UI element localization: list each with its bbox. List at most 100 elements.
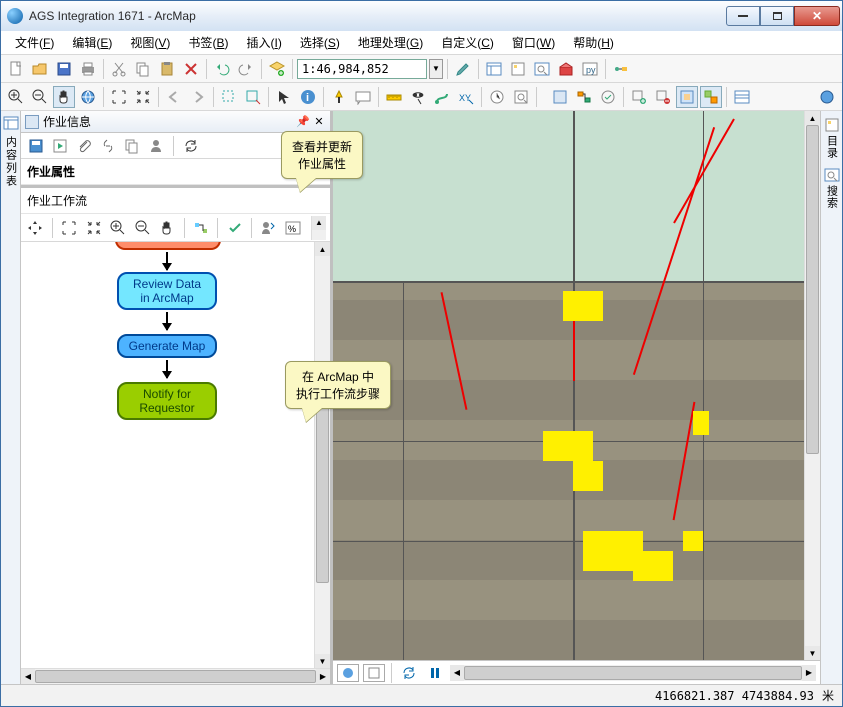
left-tab-toc[interactable]: 内容列表 <box>1 111 21 684</box>
menu-customize[interactable]: 自定义(C) <box>433 31 502 54</box>
wf-node-generate[interactable]: Generate Map <box>117 334 217 358</box>
arctoolbox-icon[interactable] <box>555 58 577 80</box>
find-route-icon[interactable] <box>431 86 453 108</box>
copy-icon[interactable] <box>132 58 154 80</box>
wf-hscroll[interactable]: ◀ ▶ <box>21 668 330 684</box>
menu-bookmarks[interactable]: 书签(B) <box>180 31 236 54</box>
wf-pan-hand-icon[interactable] <box>157 217 178 239</box>
job-user-icon[interactable] <box>147 137 165 155</box>
refresh-view-icon[interactable] <box>398 662 420 684</box>
identify-icon[interactable]: i <box>297 86 319 108</box>
zoom-out-icon[interactable] <box>29 86 51 108</box>
redo-icon[interactable] <box>235 58 257 80</box>
measure-icon[interactable] <box>383 86 405 108</box>
wf-fit-icon[interactable] <box>59 217 80 239</box>
wf-node-review[interactable]: Review Data in ArcMap <box>117 272 217 310</box>
pan-icon[interactable] <box>53 86 75 108</box>
editor-toolbar-icon[interactable] <box>452 58 474 80</box>
wf-node-prev[interactable] <box>115 242 221 250</box>
cut-icon[interactable] <box>108 58 130 80</box>
pin-icon[interactable]: 📌 <box>296 115 310 129</box>
wf-actual-icon[interactable] <box>83 217 104 239</box>
add-aoi-icon[interactable] <box>628 86 650 108</box>
undo-icon[interactable] <box>211 58 233 80</box>
wf-percent-icon[interactable]: % <box>282 217 303 239</box>
delete-icon[interactable] <box>180 58 202 80</box>
select-elements-icon[interactable] <box>273 86 295 108</box>
map-vscroll[interactable]: ▲▼ <box>804 111 820 660</box>
wmx-icon-3[interactable] <box>597 86 619 108</box>
menu-geoprocessing[interactable]: 地理处理(G) <box>350 31 431 54</box>
wmx-icon-1[interactable] <box>549 86 571 108</box>
prev-extent-icon[interactable] <box>163 86 185 108</box>
map-canvas[interactable]: ▲▼ <box>333 111 820 660</box>
html-popup-icon[interactable] <box>352 86 374 108</box>
find-icon[interactable] <box>407 86 429 108</box>
open-icon[interactable] <box>29 58 51 80</box>
right-tab-search[interactable]: 搜索 <box>824 167 840 209</box>
scroll-up-icon[interactable]: ▲ <box>315 185 330 188</box>
job-export-icon[interactable] <box>51 137 69 155</box>
menu-insert[interactable]: 插入(I) <box>238 31 289 54</box>
toc-icon[interactable] <box>483 58 505 80</box>
new-document-icon[interactable] <box>5 58 27 80</box>
minimize-button[interactable] <box>726 6 760 26</box>
right-tab-catalog[interactable]: 目录 <box>824 117 840 159</box>
full-extent-icon[interactable] <box>77 86 99 108</box>
wf-assign-icon[interactable] <box>258 217 279 239</box>
print-icon[interactable] <box>77 58 99 80</box>
job-link-icon[interactable] <box>99 137 117 155</box>
menu-help[interactable]: 帮助(H) <box>565 31 622 54</box>
search-window-icon[interactable] <box>531 58 553 80</box>
zoom-in-icon[interactable] <box>5 86 27 108</box>
close-button[interactable]: ✕ <box>794 6 840 26</box>
wf-execute-icon[interactable] <box>191 217 212 239</box>
menu-select[interactable]: 选择(S) <box>292 31 348 54</box>
select-features-icon[interactable] <box>218 86 240 108</box>
wf-zoom-in-icon[interactable] <box>108 217 129 239</box>
zoom-to-aoi-icon[interactable] <box>676 86 698 108</box>
maximize-button[interactable] <box>760 6 794 26</box>
job-attach-icon[interactable] <box>75 137 93 155</box>
clear-selection-icon[interactable] <box>242 86 264 108</box>
job-copy-icon[interactable] <box>123 137 141 155</box>
paste-icon[interactable] <box>156 58 178 80</box>
next-extent-icon[interactable] <box>187 86 209 108</box>
wf-scrollbar[interactable]: ▲▼ <box>314 242 330 668</box>
wf-toolbar-scroll[interactable]: ▲ <box>311 216 326 240</box>
wf-node-notify[interactable]: Notify for Requestor <box>117 382 217 420</box>
scroll-right-icon[interactable]: ▶ <box>316 669 330 684</box>
save-icon[interactable] <box>53 58 75 80</box>
wf-check-icon[interactable] <box>224 217 245 239</box>
create-viewer-icon[interactable] <box>510 86 532 108</box>
menu-window[interactable]: 窗口(W) <box>504 31 563 54</box>
add-data-icon[interactable] <box>266 58 288 80</box>
wmx-icon-2[interactable] <box>573 86 595 108</box>
pause-draw-icon[interactable] <box>424 662 446 684</box>
modelbuilder-icon[interactable] <box>610 58 632 80</box>
catalog-icon[interactable] <box>507 58 529 80</box>
workflow-canvas[interactable]: Review Data in ArcMap Generate Map Notif… <box>21 242 330 668</box>
menu-edit[interactable]: 编辑(E) <box>64 31 120 54</box>
menu-view[interactable]: 视图(V) <box>122 31 178 54</box>
wf-zoom-out-icon[interactable] <box>132 217 153 239</box>
job-map-icon[interactable] <box>700 86 722 108</box>
job-refresh-icon[interactable] <box>182 137 200 155</box>
remove-aoi-icon[interactable] <box>652 86 674 108</box>
hyperlink-icon[interactable] <box>328 86 350 108</box>
close-panel-icon[interactable]: ✕ <box>312 115 326 129</box>
scale-dropdown-icon[interactable]: ▼ <box>429 59 443 79</box>
layout-view-tab[interactable] <box>363 664 385 682</box>
scroll-left-icon[interactable]: ◀ <box>21 669 35 684</box>
job-list-icon[interactable] <box>731 86 753 108</box>
data-view-tab[interactable] <box>337 664 359 682</box>
hscroll-thumb[interactable] <box>35 670 316 683</box>
job-save-icon[interactable] <box>27 137 45 155</box>
menu-file[interactable]: 文件(F) <box>7 31 62 54</box>
fixed-zoom-out-icon[interactable] <box>132 86 154 108</box>
wf-pan-icon[interactable] <box>25 217 46 239</box>
fixed-zoom-in-icon[interactable] <box>108 86 130 108</box>
python-window-icon[interactable]: py <box>579 58 601 80</box>
scale-input[interactable] <box>297 59 427 79</box>
goto-xy-icon[interactable]: XY <box>455 86 477 108</box>
